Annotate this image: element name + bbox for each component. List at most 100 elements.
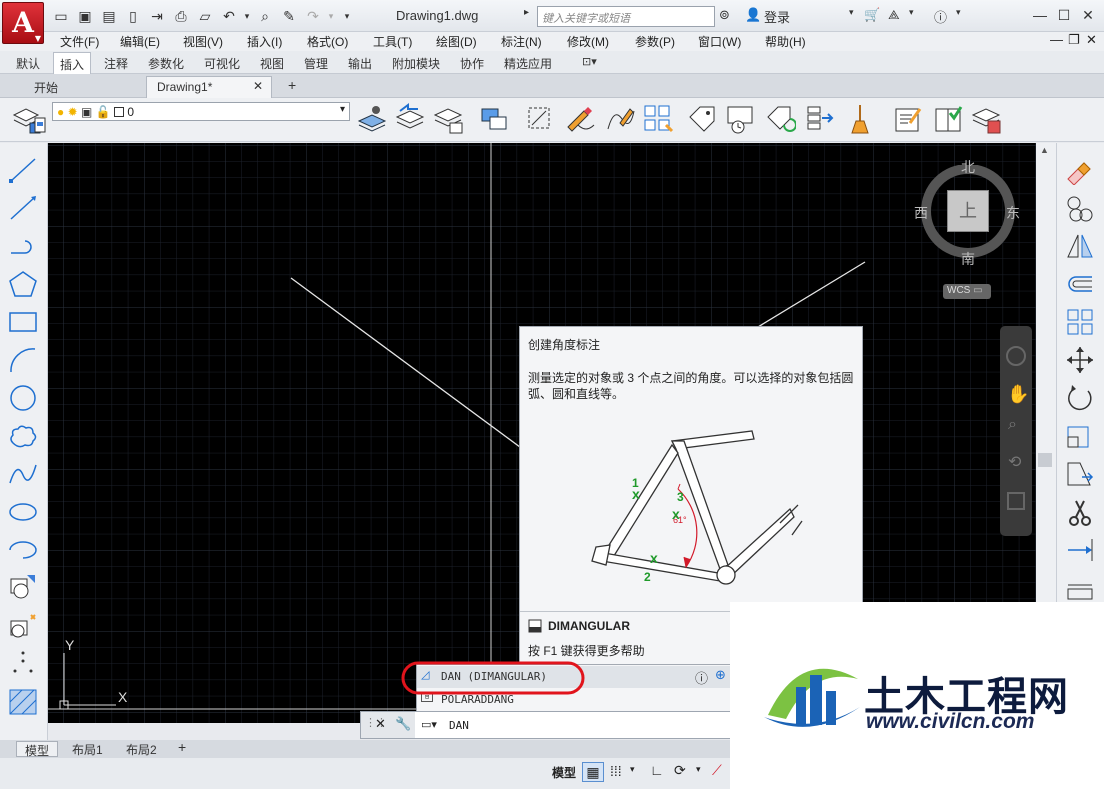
expand-icon[interactable]: ▸ bbox=[524, 7, 529, 18]
viewcube-north[interactable]: 北 bbox=[961, 157, 975, 177]
extend-icon[interactable] bbox=[1064, 535, 1096, 565]
command-line[interactable]: ⋮⋮ ✕ 🔧 ▭▾ DAN bbox=[360, 711, 736, 739]
save-icon[interactable]: ▣ bbox=[76, 7, 94, 25]
bulb-icon[interactable]: ● bbox=[57, 105, 64, 119]
array-icon[interactable] bbox=[642, 103, 674, 135]
autocomplete-help-icon[interactable]: ⓘ bbox=[695, 668, 708, 687]
viewcube-south[interactable]: 南 bbox=[961, 249, 975, 269]
edit-polyline-icon[interactable] bbox=[604, 103, 636, 135]
array-rect-icon[interactable] bbox=[1064, 307, 1096, 337]
menu-draw[interactable]: 绘图(D) bbox=[436, 33, 477, 50]
customize-qat-icon[interactable]: ▾ bbox=[338, 7, 356, 25]
sun-icon[interactable]: ✹ bbox=[68, 105, 78, 119]
menu-edit[interactable]: 编辑(E) bbox=[120, 33, 160, 50]
make-current-layer-icon[interactable] bbox=[356, 103, 388, 135]
viewport-icon[interactable] bbox=[478, 103, 510, 135]
menu-help[interactable]: 帮助(H) bbox=[765, 33, 806, 50]
layer-dropdown[interactable]: ● ✹ ▣ 🔓 0 ▾ bbox=[52, 102, 350, 121]
polygon-icon[interactable] bbox=[7, 269, 39, 299]
mirror-icon[interactable] bbox=[1064, 231, 1096, 261]
ellipse-arc-icon[interactable] bbox=[7, 535, 39, 565]
layout2-tab[interactable]: 布局2 bbox=[118, 741, 165, 757]
tab-addins[interactable]: 附加模块 bbox=[392, 55, 440, 72]
doc-restore-button[interactable]: ❐ bbox=[1068, 32, 1080, 48]
layer-states-small-icon[interactable] bbox=[34, 116, 48, 136]
spline-icon[interactable] bbox=[7, 459, 39, 489]
revision-cloud-icon[interactable] bbox=[7, 421, 39, 451]
start-tab[interactable]: 开始 bbox=[24, 76, 68, 98]
layout1-tab[interactable]: 布局1 bbox=[64, 741, 111, 757]
snap-mode-icon[interactable]: ⁞⁞⁞ bbox=[610, 763, 622, 779]
help-icon[interactable]: ⓘ bbox=[934, 7, 947, 26]
plot-icon[interactable]: ▱ bbox=[196, 7, 214, 25]
tab-featured-apps[interactable]: 精选应用 bbox=[504, 55, 552, 72]
polar-dropdown-icon[interactable]: ▾ bbox=[696, 764, 701, 775]
layer-color-swatch[interactable] bbox=[113, 107, 124, 117]
autocomplete-web-icon[interactable]: ⊕ bbox=[715, 668, 726, 683]
open-icon[interactable]: ▭ bbox=[52, 7, 70, 25]
tab-default[interactable]: 默认 bbox=[16, 55, 40, 72]
customize-wrench-icon[interactable]: 🔧 bbox=[395, 716, 411, 732]
layer-dropdown-arrow-icon[interactable]: ▾ bbox=[340, 104, 345, 115]
new-layout-button[interactable]: + bbox=[170, 739, 194, 755]
hatch-block-icon[interactable] bbox=[524, 103, 556, 135]
arc-icon[interactable] bbox=[7, 345, 39, 375]
trim-icon[interactable] bbox=[1064, 497, 1096, 527]
hatch-icon[interactable] bbox=[7, 687, 39, 717]
isodraft-icon[interactable]: ⟋ bbox=[712, 762, 722, 779]
ortho-icon[interactable]: ∟ bbox=[650, 762, 664, 778]
command-input[interactable]: DAN bbox=[449, 719, 469, 732]
menu-dimension[interactable]: 标注(N) bbox=[501, 33, 542, 50]
grid-display-icon[interactable]: ▦ bbox=[582, 762, 604, 782]
erase-icon[interactable] bbox=[1064, 155, 1096, 185]
login-link[interactable]: 登录 bbox=[764, 7, 790, 26]
menu-format[interactable]: 格式(O) bbox=[307, 33, 348, 50]
tab-insert[interactable]: 插入 bbox=[53, 52, 92, 74]
tab-output[interactable]: 输出 bbox=[348, 55, 372, 72]
purge-broom-icon[interactable] bbox=[844, 103, 876, 135]
print-icon[interactable]: ⎙ bbox=[172, 7, 190, 25]
doc-close-button[interactable]: ✕ bbox=[1086, 32, 1097, 48]
ribbon-minimize-icon[interactable]: ⊡▾ bbox=[582, 55, 597, 68]
steering-wheel-icon[interactable] bbox=[1006, 346, 1026, 366]
checklist-book-icon[interactable] bbox=[932, 103, 964, 135]
block-editor-icon[interactable] bbox=[892, 103, 924, 135]
menu-window[interactable]: 窗口(W) bbox=[698, 33, 741, 50]
doc-minimize-button[interactable]: — bbox=[1050, 32, 1063, 47]
menu-file[interactable]: 文件(F) bbox=[60, 33, 99, 50]
a360-icon[interactable]: ⟁ bbox=[888, 7, 900, 23]
copy-icon[interactable] bbox=[1064, 193, 1096, 223]
viewcube-top-face[interactable]: 上 bbox=[947, 190, 989, 232]
clock-block-icon[interactable] bbox=[724, 103, 756, 135]
command-prompt-icon[interactable]: ▭▾ bbox=[421, 718, 437, 731]
redo-icon[interactable]: ↷ bbox=[304, 7, 322, 25]
search-input[interactable]: 键入关键字或短语 bbox=[537, 6, 715, 27]
polar-tracking-icon[interactable]: ⟳ bbox=[674, 762, 686, 779]
break-icon[interactable] bbox=[1064, 573, 1096, 603]
new-icon[interactable]: ▯ bbox=[124, 7, 142, 25]
make-block-icon[interactable] bbox=[7, 611, 39, 641]
viewcube[interactable]: 上 北 南 东 西 bbox=[914, 159, 1020, 267]
viewport-freeze-icon[interactable]: ▣ bbox=[81, 105, 92, 119]
new-tab-button[interactable]: + bbox=[278, 74, 306, 96]
insert-block-icon[interactable] bbox=[7, 573, 39, 603]
scroll-up-icon[interactable]: ▲ bbox=[1040, 145, 1049, 155]
sync-attributes-icon[interactable] bbox=[764, 103, 796, 135]
command-line-close-icon[interactable]: ✕ bbox=[375, 716, 386, 732]
snap-dropdown-icon[interactable]: ▾ bbox=[630, 764, 635, 775]
orbit-icon[interactable]: ⟲ bbox=[1008, 452, 1021, 472]
cart-icon[interactable]: 🛒 bbox=[864, 7, 880, 23]
model-tab[interactable]: 模型 bbox=[16, 741, 59, 758]
menu-tools[interactable]: 工具(T) bbox=[373, 33, 412, 50]
menu-parametric[interactable]: 参数(P) bbox=[635, 33, 675, 50]
menu-view[interactable]: 视图(V) bbox=[183, 33, 223, 50]
tab-manage[interactable]: 管理 bbox=[304, 55, 328, 72]
line-icon[interactable] bbox=[7, 155, 39, 185]
undo-dropdown-icon[interactable]: ▾ bbox=[238, 7, 256, 25]
scale-icon[interactable] bbox=[1064, 421, 1096, 451]
tab-parametric[interactable]: 参数化 bbox=[148, 55, 184, 72]
menu-insert[interactable]: 插入(I) bbox=[247, 33, 282, 50]
point-icon[interactable] bbox=[7, 649, 39, 679]
maximize-button[interactable]: ☐ bbox=[1052, 4, 1076, 26]
rotate-icon[interactable] bbox=[1064, 383, 1096, 413]
